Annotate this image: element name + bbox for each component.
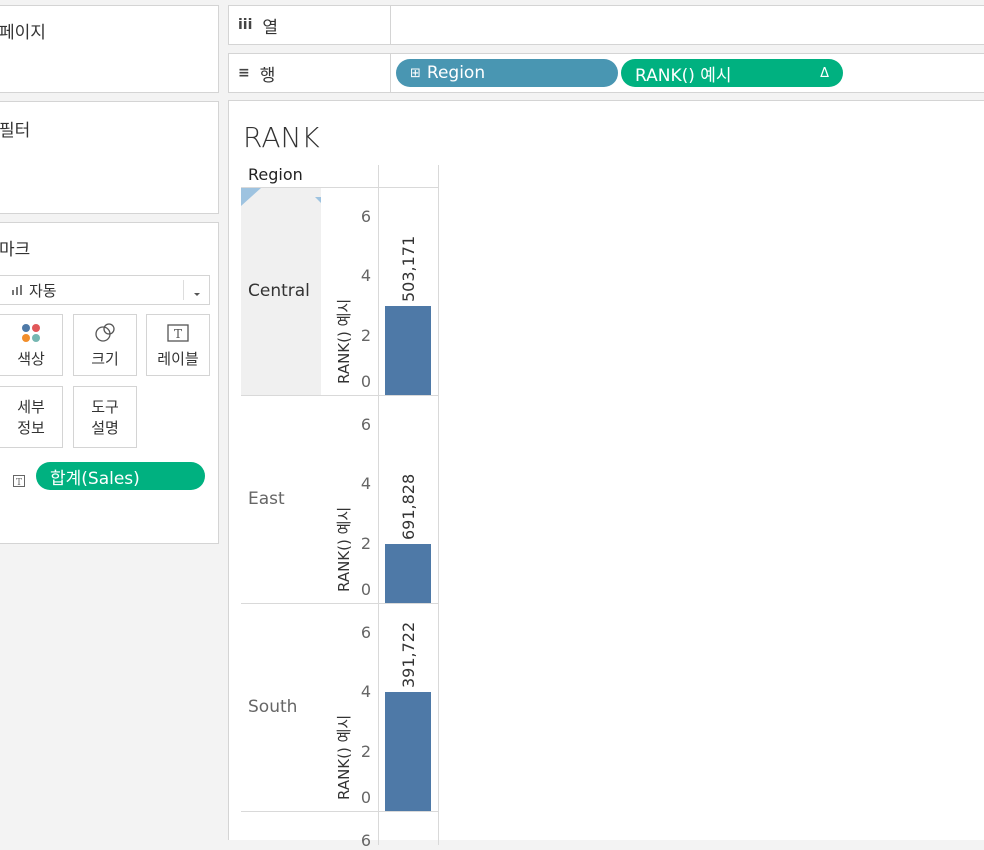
sum-sales-pill-label: 합계(Sales) xyxy=(50,468,140,489)
bar-east[interactable] xyxy=(385,544,431,603)
columns-drop-area[interactable] xyxy=(392,6,984,44)
svg-text:T: T xyxy=(16,478,22,487)
axis-title-south: RANK() 예시 xyxy=(333,714,354,799)
row-label-south[interactable]: South xyxy=(248,697,297,717)
rows-shelf-label: ≡ 행 xyxy=(229,54,391,92)
tick-4: 4 xyxy=(360,474,371,493)
row-line-3 xyxy=(241,811,438,812)
rank-example-pill-label: RANK() 예시 xyxy=(635,65,732,86)
text-label-icon: T xyxy=(167,322,189,344)
size-button-label: 크기 xyxy=(91,349,119,368)
axis-title-east: RANK() 예시 xyxy=(333,506,354,591)
tick-6: 6 xyxy=(360,207,371,226)
pages-card-title: 페이지 xyxy=(0,23,46,43)
label-field-icon: T xyxy=(13,472,25,491)
delta-icon: Δ xyxy=(820,65,829,81)
color-button-label: 색상 xyxy=(17,349,45,368)
tick-2: 2 xyxy=(360,326,371,345)
dropdown-divider xyxy=(183,280,184,300)
color-dots-icon xyxy=(21,322,41,344)
tick-4: 4 xyxy=(360,266,371,285)
tooltip-button-line1: 도구 xyxy=(91,398,119,416)
pages-card: 페이지 xyxy=(0,5,219,93)
marks-card: 마크 자동 색상 크기 T 레이블 세부 정보 도구 설명 T 합계(Sales… xyxy=(0,222,219,544)
detail-button[interactable]: 세부 정보 xyxy=(0,386,63,448)
size-circles-icon xyxy=(94,322,116,344)
rows-shelf-text: 행 xyxy=(259,65,276,86)
region-pill-label: Region xyxy=(426,63,486,83)
bar-central[interactable] xyxy=(385,306,431,395)
rows-shelf: ≡ 행 ⊞ Region RANK() 예시 Δ xyxy=(228,53,984,93)
region-pill[interactable]: ⊞ Region xyxy=(396,59,618,87)
detail-button-line2: 정보 xyxy=(17,419,45,437)
filters-card-title: 필터 xyxy=(0,121,31,141)
tick-6: 6 xyxy=(360,415,371,434)
sum-sales-pill[interactable]: 합계(Sales) xyxy=(36,462,205,490)
tooltip-button-line2: 설명 xyxy=(91,419,119,437)
columns-shelf-text: 열 xyxy=(262,17,279,38)
rows-icon: ≡ xyxy=(238,65,250,81)
data-label-south: 391,722 xyxy=(399,621,418,688)
row-line-2 xyxy=(241,603,438,604)
data-label-east: 691,828 xyxy=(399,473,418,540)
columns-shelf: iii 열 xyxy=(228,5,984,45)
detail-button-line1: 세부 xyxy=(17,398,45,416)
axis-title-text: RANK() 예시 xyxy=(335,714,353,800)
axis-title-central: RANK() 예시 xyxy=(333,298,354,383)
filters-card: 필터 xyxy=(0,101,219,214)
pane-divider-left xyxy=(378,165,379,845)
expand-plus-icon: ⊞ xyxy=(410,65,421,81)
mark-type-dropdown[interactable]: 자동 xyxy=(0,275,210,305)
tick-0: 0 xyxy=(360,372,371,391)
tick-2: 2 xyxy=(360,534,371,553)
view-title: RANK xyxy=(243,121,320,154)
region-column-header[interactable]: Region xyxy=(248,165,303,184)
tick-0: 0 xyxy=(360,580,371,599)
label-button[interactable]: T 레이블 xyxy=(146,314,210,376)
row-line-1 xyxy=(241,395,438,396)
hatch-corner-right xyxy=(315,188,321,207)
columns-shelf-label: iii 열 xyxy=(229,6,391,44)
rank-example-pill[interactable]: RANK() 예시 Δ xyxy=(621,59,843,87)
columns-icon: iii xyxy=(238,17,253,33)
data-label-central: 503,171 xyxy=(399,235,418,302)
row-label-central[interactable]: Central xyxy=(248,281,310,301)
tick-4: 4 xyxy=(360,682,371,701)
tick-6-partial: 6 xyxy=(360,831,371,850)
tooltip-button[interactable]: 도구 설명 xyxy=(73,386,137,448)
marks-card-title: 마크 xyxy=(0,240,31,260)
mark-type-label: 자동 xyxy=(29,281,57,300)
bar-chart-icon xyxy=(12,285,23,295)
pane-divider-right xyxy=(438,165,439,845)
label-button-label: 레이블 xyxy=(157,349,199,368)
bar-south[interactable] xyxy=(385,692,431,811)
axis-title-text: RANK() 예시 xyxy=(335,298,353,384)
tick-2: 2 xyxy=(360,742,371,761)
axis-title-text: RANK() 예시 xyxy=(335,506,353,592)
svg-text:T: T xyxy=(174,327,182,341)
size-button[interactable]: 크기 xyxy=(73,314,137,376)
view-area: RANK Region Central RANK() 예시 6 4 2 0 50… xyxy=(228,100,984,850)
chevron-down-icon xyxy=(193,283,201,302)
row-label-east[interactable]: East xyxy=(248,489,285,509)
color-button[interactable]: 색상 xyxy=(0,314,63,376)
hatch-corner-left xyxy=(241,188,261,210)
tick-6: 6 xyxy=(360,623,371,642)
tick-0: 0 xyxy=(360,788,371,807)
